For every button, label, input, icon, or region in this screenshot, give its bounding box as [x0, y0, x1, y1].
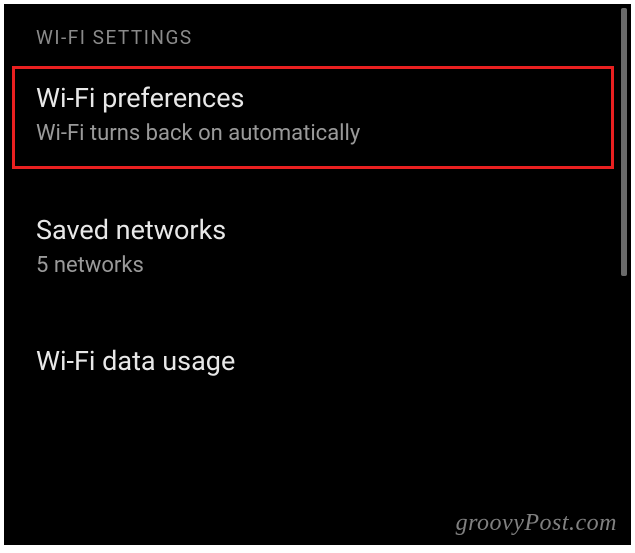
spacer — [4, 169, 631, 195]
section-header: WI-FI SETTINGS — [4, 4, 631, 63]
saved-networks-subtitle: 5 networks — [36, 252, 599, 281]
settings-screen: WI-FI SETTINGS Wi-Fi preferences Wi-Fi t… — [4, 4, 631, 545]
wifi-data-usage-item[interactable]: Wi-Fi data usage — [4, 326, 631, 399]
spacer — [4, 300, 631, 326]
watermark: groovyPost.com — [456, 510, 617, 537]
wifi-data-usage-title: Wi-Fi data usage — [36, 344, 599, 379]
scrollbar[interactable] — [621, 8, 627, 276]
saved-networks-item[interactable]: Saved networks 5 networks — [4, 195, 631, 301]
wifi-preferences-title: Wi-Fi preferences — [36, 81, 599, 116]
wifi-preferences-subtitle: Wi-Fi turns back on automatically — [36, 120, 599, 149]
saved-networks-title: Saved networks — [36, 213, 599, 248]
wifi-preferences-item[interactable]: Wi-Fi preferences Wi-Fi turns back on au… — [4, 63, 631, 169]
